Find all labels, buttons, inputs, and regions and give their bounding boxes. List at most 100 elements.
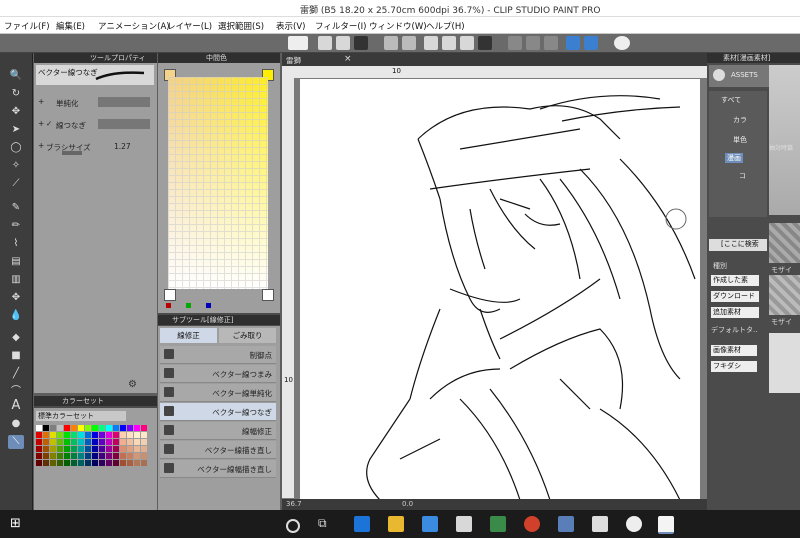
settings-icon[interactable]: ⚙	[128, 379, 138, 390]
color-set-dropdown[interactable]: 標準カラーセット	[36, 411, 126, 421]
corner-color-br[interactable]	[262, 289, 274, 301]
new-file-icon[interactable]	[318, 36, 332, 50]
eraser-tool-icon[interactable]: ✥	[8, 291, 24, 305]
brush-size-value[interactable]: 1.27	[114, 142, 131, 151]
open-file-icon[interactable]	[336, 36, 350, 50]
menu-window[interactable]: ウィンドウ(W)	[369, 20, 427, 32]
material-thumbnail[interactable]	[769, 333, 800, 393]
color-swatch[interactable]	[141, 460, 147, 466]
color-swatch[interactable]	[50, 453, 56, 459]
color-swatch[interactable]	[78, 453, 84, 459]
color-swatch[interactable]	[78, 460, 84, 466]
drawing-canvas[interactable]	[300, 79, 700, 501]
color-swatch[interactable]	[78, 446, 84, 452]
color-swatch[interactable]	[134, 439, 140, 445]
settings-icon[interactable]	[424, 36, 438, 50]
color-swatch[interactable]	[92, 446, 98, 452]
mosaic-thumbnail[interactable]	[769, 275, 800, 315]
filter-tag[interactable]: 追加素材	[711, 307, 759, 318]
corner-color-bl[interactable]	[164, 289, 176, 301]
color-swatch[interactable]	[71, 432, 77, 438]
color-swatch[interactable]	[57, 453, 63, 459]
color-swatch[interactable]	[85, 425, 91, 431]
color-swatch[interactable]	[71, 460, 77, 466]
mosaic-thumbnail[interactable]	[769, 223, 800, 263]
color-swatch[interactable]	[99, 446, 105, 452]
mail-icon[interactable]	[592, 516, 608, 532]
color-swatch[interactable]	[106, 460, 112, 466]
sub-tool-item[interactable]: 線幅修正	[160, 422, 276, 440]
expand-icon[interactable]: +	[38, 119, 44, 128]
color-swatch[interactable]	[36, 432, 42, 438]
color-swatch[interactable]	[92, 439, 98, 445]
color-swatch[interactable]	[127, 460, 133, 466]
color-swatch[interactable]	[57, 439, 63, 445]
color-swatch[interactable]	[50, 425, 56, 431]
group-tab-correct-line[interactable]: 線修正	[160, 328, 217, 343]
color-swatch[interactable]	[120, 460, 126, 466]
expand-icon[interactable]: +	[38, 141, 44, 150]
color-swatch[interactable]	[134, 446, 140, 452]
color-swatch[interactable]	[64, 439, 70, 445]
color-swatch[interactable]	[71, 453, 77, 459]
color-swatch[interactable]	[36, 439, 42, 445]
group-tab-dust-removal[interactable]: ごみ取り	[219, 328, 276, 343]
color-swatch[interactable]	[64, 432, 70, 438]
color-swatch[interactable]	[43, 432, 49, 438]
brush-size-slider[interactable]	[62, 151, 82, 155]
color-swatch[interactable]	[36, 460, 42, 466]
color-swatch[interactable]	[134, 460, 140, 466]
menu-edit[interactable]: 編集(E)	[56, 20, 85, 32]
snap-grid-icon[interactable]	[584, 36, 598, 50]
zoom-tool-icon[interactable]: 🔍	[8, 69, 24, 83]
magic-wand-icon[interactable]: ✧	[8, 159, 24, 173]
redo-icon[interactable]	[402, 36, 416, 50]
color-swatch[interactable]	[92, 425, 98, 431]
filter-tag[interactable]: 作成した素	[711, 275, 759, 286]
checkbox-icon[interactable]: ✓	[46, 119, 52, 128]
color-swatch[interactable]	[43, 425, 49, 431]
menu-animation[interactable]: アニメーション(A)	[98, 20, 170, 32]
gradient-grid[interactable]	[168, 77, 268, 289]
color-swatch[interactable]	[50, 446, 56, 452]
color-swatch[interactable]	[113, 439, 119, 445]
lasso-tool-icon[interactable]: ◯	[8, 141, 24, 155]
color-swatch[interactable]	[71, 425, 77, 431]
color-swatch[interactable]	[113, 425, 119, 431]
color-swatch[interactable]	[85, 446, 91, 452]
color-swatch[interactable]	[99, 453, 105, 459]
menu-help[interactable]: ヘルプ(H)	[426, 20, 465, 32]
color-swatch[interactable]	[57, 446, 63, 452]
sub-tool-item[interactable]: ベクター線単純化	[160, 384, 276, 402]
menu-view[interactable]: 表示(V)	[276, 20, 305, 32]
color-swatch[interactable]	[99, 425, 105, 431]
tag-button[interactable]: 画像素材	[711, 345, 757, 356]
color-swatch[interactable]	[64, 453, 70, 459]
material-tab[interactable]: 素材[漫画素材]	[723, 53, 770, 63]
color-swatch[interactable]	[120, 453, 126, 459]
rotation-value[interactable]: 0.0	[402, 500, 413, 508]
blend-tool-icon[interactable]: 💧	[8, 309, 24, 323]
color-swatch[interactable]	[92, 432, 98, 438]
tool-property-tab[interactable]: ツールプロパティ	[90, 53, 146, 63]
search-icon[interactable]	[286, 519, 300, 533]
color-swatch[interactable]	[141, 446, 147, 452]
move-tool-icon[interactable]: ✥	[8, 105, 24, 119]
connect-slider[interactable]	[98, 119, 150, 129]
color-swatch[interactable]	[43, 453, 49, 459]
tree-item[interactable]: コ	[739, 171, 746, 181]
color-swatch[interactable]	[99, 432, 105, 438]
save-icon[interactable]	[354, 36, 368, 50]
tree-item[interactable]: カラ	[733, 115, 747, 125]
invert-icon[interactable]	[526, 36, 540, 50]
clear-icon[interactable]	[442, 36, 456, 50]
menu-layer[interactable]: レイヤー(L)	[167, 20, 212, 32]
color-swatch[interactable]	[57, 425, 63, 431]
fill-icon[interactable]	[460, 36, 474, 50]
sub-tool-item[interactable]: ベクター線幅描き直し	[160, 460, 276, 478]
color-swatch[interactable]	[92, 460, 98, 466]
color-swatch[interactable]	[64, 425, 70, 431]
sub-tool-item[interactable]: ベクター線描き直し	[160, 441, 276, 459]
color-swatch[interactable]	[85, 453, 91, 459]
color-swatch[interactable]	[141, 439, 147, 445]
